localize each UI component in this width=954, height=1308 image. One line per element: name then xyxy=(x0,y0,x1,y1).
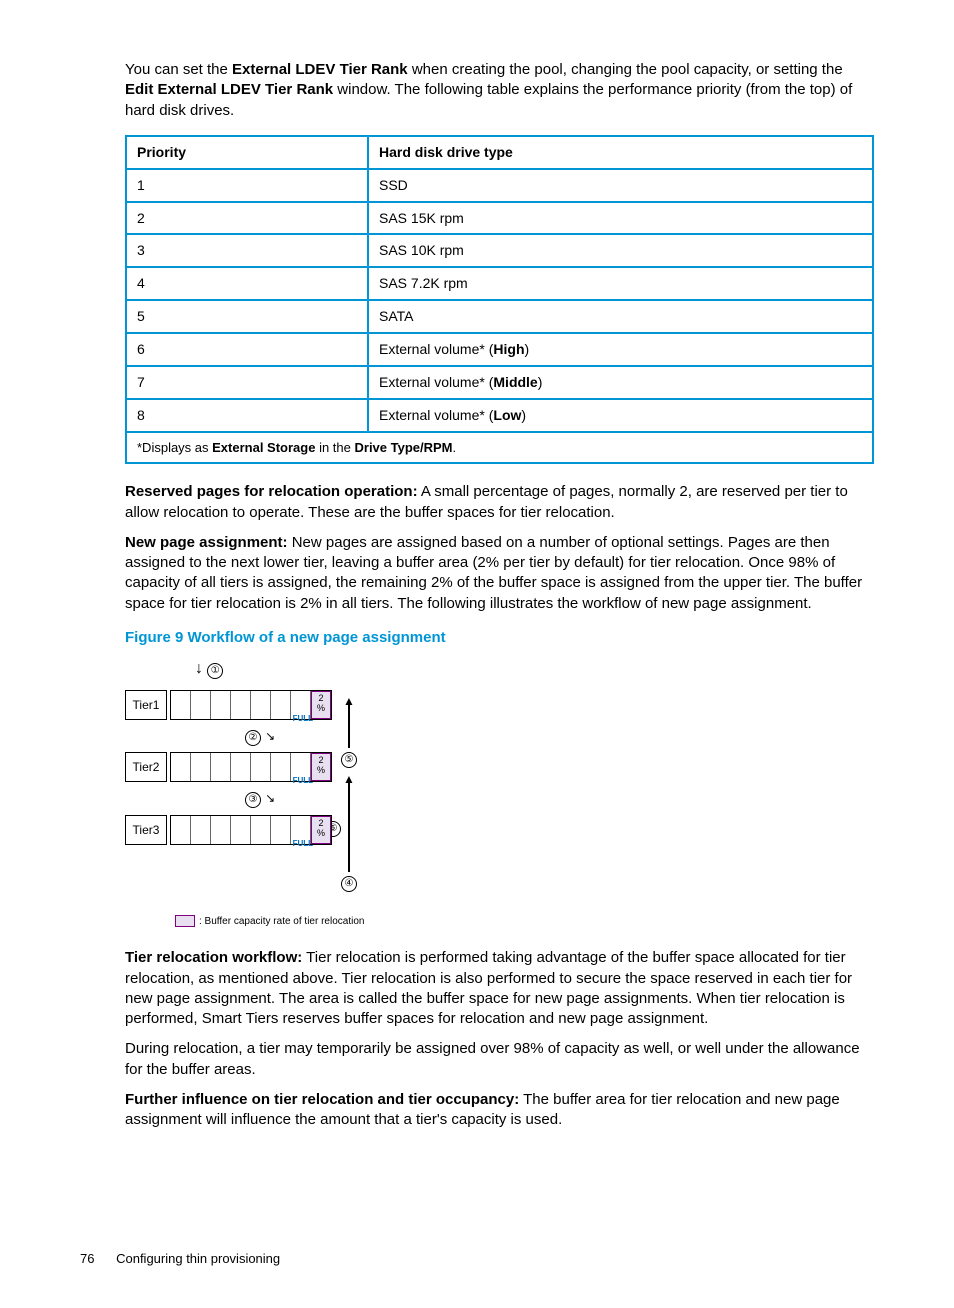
cell: SAS 7.2K rpm xyxy=(368,267,873,300)
cell: External volume* (Middle) xyxy=(368,366,873,399)
full-label: FULL xyxy=(293,714,313,725)
tier1-label: Tier1 xyxy=(125,690,167,720)
step-marker-2: ② xyxy=(245,730,261,746)
figure-diagram: ↓ ① Tier1 2% FULL ② ↘ Tier2 2% FULL xyxy=(125,658,874,928)
text: You can set the xyxy=(125,61,232,78)
page-number: 76 xyxy=(80,1250,94,1268)
cell: SSD xyxy=(368,169,873,202)
cell: 5 xyxy=(126,300,368,333)
tier3-label: Tier3 xyxy=(125,815,167,845)
label: New page assignment: xyxy=(125,534,288,551)
table-footnote: *Displays as External Storage in the Dri… xyxy=(126,432,873,464)
th-priority: Priority xyxy=(126,136,368,169)
cell: SATA xyxy=(368,300,873,333)
th-drive-type: Hard disk drive type xyxy=(368,136,873,169)
page-footer: 76 Configuring thin provisioning xyxy=(80,1250,874,1268)
cell: 8 xyxy=(126,399,368,432)
full-label: FULL xyxy=(293,776,313,787)
cell: 1 xyxy=(126,169,368,202)
cell: SAS 15K rpm xyxy=(368,202,873,235)
bold-text: Edit External LDEV Tier Rank xyxy=(125,81,333,98)
intro-paragraph: You can set the External LDEV Tier Rank … xyxy=(125,60,874,121)
full-label: FULL xyxy=(293,839,313,850)
tier-relocation-paragraph: Tier relocation workflow: Tier relocatio… xyxy=(125,948,874,1029)
step-marker-3: ③ xyxy=(245,792,261,808)
label: Tier relocation workflow: xyxy=(125,949,302,966)
new-page-assignment-paragraph: New page assignment: New pages are assig… xyxy=(125,533,874,614)
cell: 7 xyxy=(126,366,368,399)
bold-text: External LDEV Tier Rank xyxy=(232,61,408,78)
step-marker-5: ⑤ xyxy=(341,752,357,768)
label: Reserved pages for relocation operation: xyxy=(125,483,418,500)
cell: 3 xyxy=(126,234,368,267)
cell: External volume* (High) xyxy=(368,333,873,366)
legend-swatch xyxy=(175,915,195,927)
tier2-label: Tier2 xyxy=(125,752,167,782)
priority-table: Priority Hard disk drive type 1SSD 2SAS … xyxy=(125,135,874,465)
cell: 2 xyxy=(126,202,368,235)
cell: 6 xyxy=(126,333,368,366)
further-influence-paragraph: Further influence on tier relocation and… xyxy=(125,1090,874,1131)
step-marker-4: ④ xyxy=(341,876,357,892)
label: Further influence on tier relocation and… xyxy=(125,1091,519,1108)
cell: 4 xyxy=(126,267,368,300)
section-title: Configuring thin provisioning xyxy=(116,1251,280,1266)
cell: External volume* (Low) xyxy=(368,399,873,432)
reserved-pages-paragraph: Reserved pages for relocation operation:… xyxy=(125,482,874,523)
cell: SAS 10K rpm xyxy=(368,234,873,267)
during-relocation-paragraph: During relocation, a tier may temporaril… xyxy=(125,1039,874,1080)
step-marker-1: ① xyxy=(207,663,223,679)
figure-legend: : Buffer capacity rate of tier relocatio… xyxy=(175,915,874,929)
text: when creating the pool, changing the poo… xyxy=(408,61,843,78)
figure-title: Figure 9 Workflow of a new page assignme… xyxy=(125,628,874,648)
